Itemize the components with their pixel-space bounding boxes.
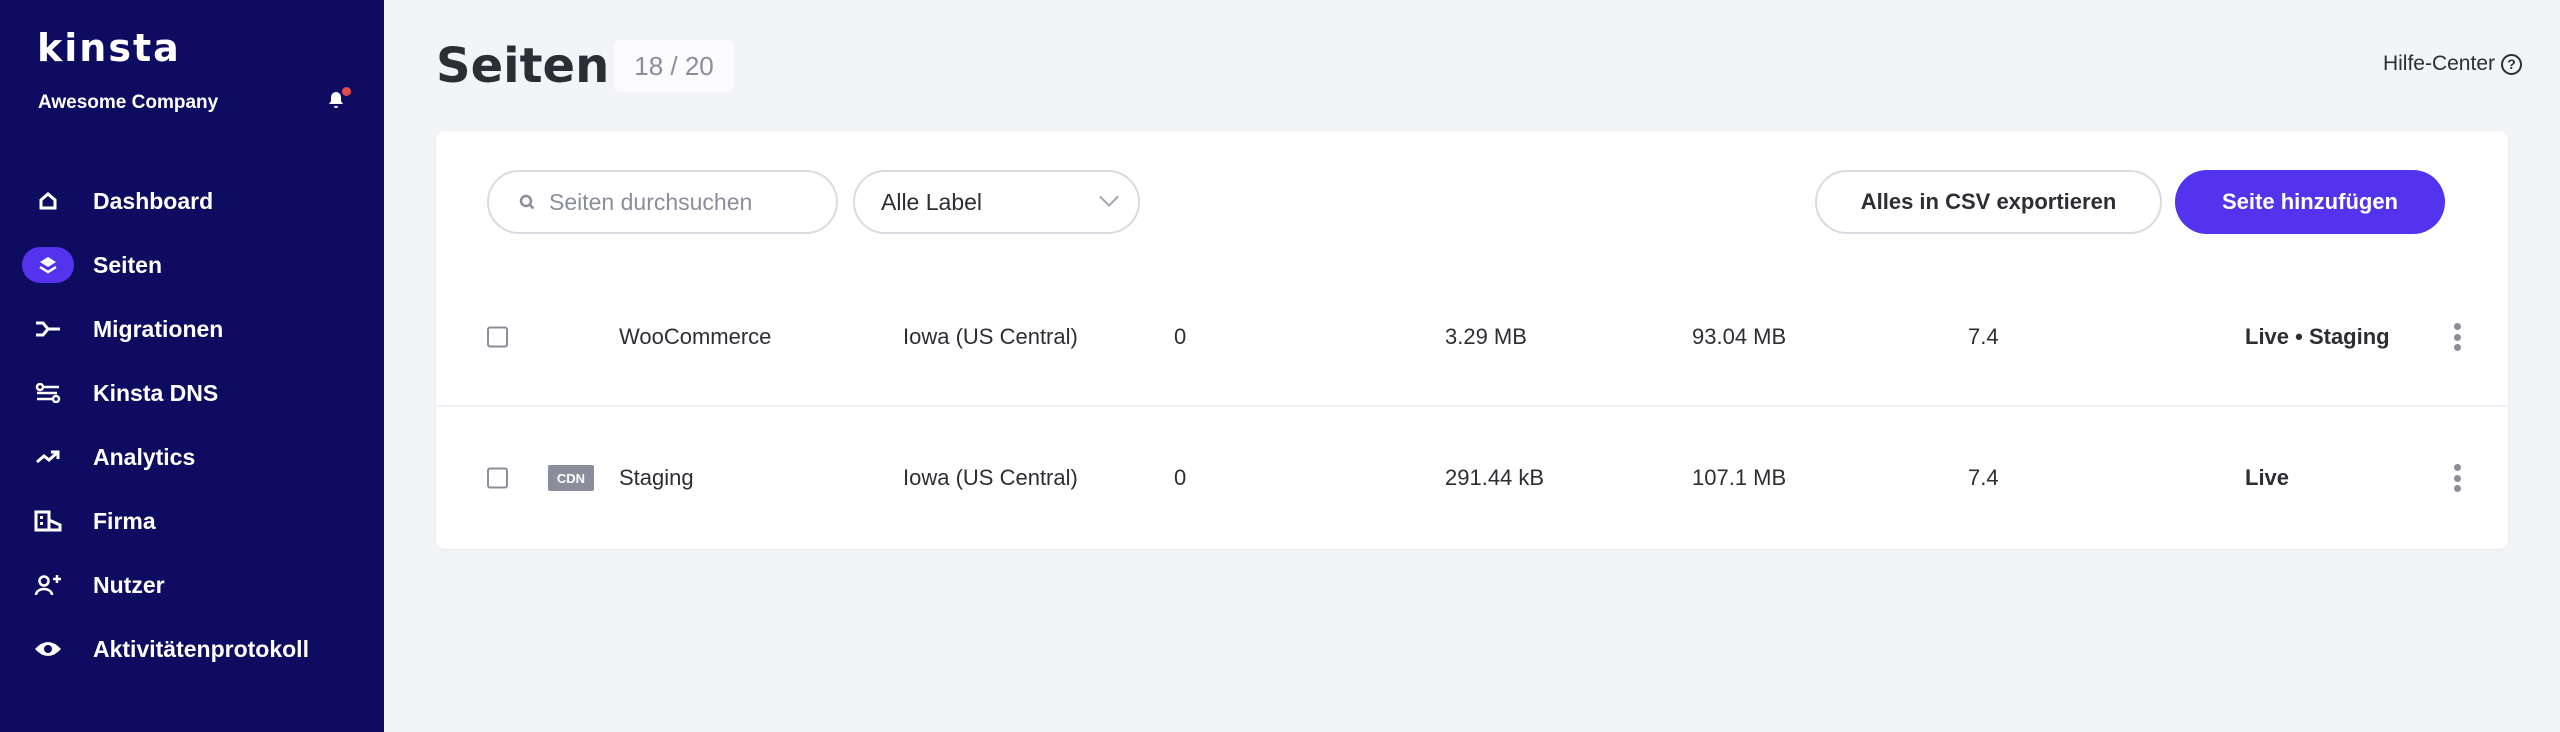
sidebar-item-label: Nutzer [93, 571, 165, 598]
add-site-button[interactable]: Seite hinzufügen [2175, 170, 2445, 234]
sidebar: kinsta Awesome Company Dashboard Seiten … [0, 0, 384, 732]
sidebar-item-label: Seiten [93, 251, 163, 278]
label-select-value: Alle Label [881, 188, 983, 215]
eye-icon [22, 631, 74, 667]
sidebar-item-label: Migrationen [93, 315, 224, 342]
sidebar-item-nutzer[interactable]: Nutzer [0, 553, 384, 617]
sites-card: Seiten durchsuchen Alle Label Alles in C… [436, 131, 2508, 549]
site-count-badge: 18 / 20 [614, 40, 734, 92]
bell-icon[interactable] [325, 87, 351, 110]
dns-icon [22, 375, 74, 411]
row-checkbox[interactable] [487, 467, 508, 489]
sidebar-item-firma[interactable]: Firma [0, 489, 384, 553]
site-disk: 3.29 MB [1445, 324, 1527, 349]
sidebar-item-dashboard[interactable]: Dashboard [0, 169, 384, 233]
site-environments: Live • Staging [2245, 324, 2390, 349]
trend-icon [22, 439, 74, 475]
page-title: Seiten [436, 38, 610, 94]
search-placeholder: Seiten durchsuchen [549, 188, 753, 215]
user-add-icon [22, 567, 74, 603]
site-name[interactable]: Staging [619, 465, 694, 491]
label-select[interactable]: Alle Label [853, 170, 1140, 234]
site-environments: Live [2245, 465, 2290, 490]
sidebar-item-label: Kinsta DNS [93, 379, 219, 406]
site-disk: 291.44 kB [1445, 465, 1545, 490]
site-php: 7.4 [1968, 324, 1999, 349]
sidebar-item-label: Dashboard [93, 187, 214, 214]
building-icon [22, 503, 74, 539]
row-checkbox[interactable] [487, 326, 508, 348]
search-icon [519, 194, 535, 210]
company-name[interactable]: Awesome Company [38, 92, 218, 114]
sidebar-item-kinsta-dns[interactable]: Kinsta DNS [0, 361, 384, 425]
site-bandwidth: 93.04 MB [1692, 324, 1787, 349]
chevron-down-icon [1099, 187, 1119, 207]
table-row[interactable]: CDN Staging Iowa (US Central) 0 291.44 k… [436, 408, 2508, 548]
help-center-label: Hilfe-Center [2382, 52, 2495, 75]
migration-icon [22, 311, 74, 347]
sidebar-item-label: Aktivitätenprotokoll [93, 635, 309, 662]
cdn-badge: CDN [548, 465, 594, 491]
sidebar-item-label: Analytics [93, 443, 196, 470]
help-center-link[interactable]: Hilfe-Center ? [2383, 52, 2522, 76]
sidebar-item-analytics[interactable]: Analytics [0, 425, 384, 489]
sidebar-nav: Dashboard Seiten Migrationen Kinsta DNS … [0, 169, 384, 681]
home-icon [22, 183, 74, 219]
site-location: Iowa (US Central) [903, 465, 1078, 490]
kinsta-logo[interactable]: kinsta [37, 26, 181, 70]
site-location: Iowa (US Central) [903, 324, 1078, 349]
sidebar-item-label: Firma [93, 507, 156, 534]
more-options-icon[interactable] [2453, 323, 2461, 351]
sidebar-item-seiten[interactable]: Seiten [0, 233, 384, 297]
sidebar-item-aktivitaetenprotokoll[interactable]: Aktivitätenprotokoll [0, 617, 384, 681]
more-options-icon[interactable] [2453, 464, 2461, 492]
help-icon: ? [2501, 53, 2522, 75]
table-row[interactable]: WooCommerce Iowa (US Central) 0 3.29 MB … [436, 269, 2508, 407]
site-visits: 0 [1174, 324, 1187, 349]
search-input[interactable]: Seiten durchsuchen [487, 170, 838, 234]
site-php: 7.4 [1968, 465, 1999, 490]
notification-dot [342, 87, 351, 96]
export-csv-button[interactable]: Alles in CSV exportieren [1815, 170, 2162, 234]
site-bandwidth: 107.1 MB [1692, 465, 1787, 490]
site-visits: 0 [1174, 465, 1187, 490]
sidebar-item-migrationen[interactable]: Migrationen [0, 297, 384, 361]
layers-icon [22, 247, 74, 283]
site-name[interactable]: WooCommerce [619, 324, 771, 350]
